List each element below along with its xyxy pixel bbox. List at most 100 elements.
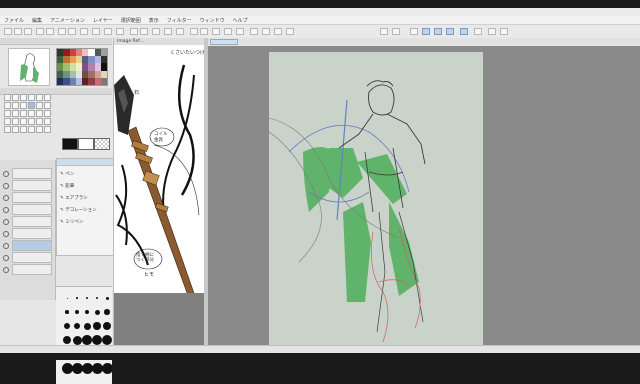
brush-dot-icon[interactable] [91,362,103,374]
tool-button[interactable] [20,94,27,101]
toolbar-button-4[interactable] [46,28,54,35]
tool-button[interactable] [36,118,43,125]
toolbar-button-27[interactable] [410,28,418,35]
brush-dot-icon[interactable] [66,297,68,299]
toolbar-button-23[interactable] [274,28,282,35]
layer-row[interactable] [3,264,52,275]
toolbar-button-0[interactable] [4,28,12,35]
layer-row[interactable] [3,180,52,191]
tool-button[interactable] [44,94,51,101]
toolbar-button-18[interactable] [212,28,220,35]
brush-dot-icon[interactable] [95,296,99,300]
tool-button[interactable] [36,126,43,133]
brush-dot-icon[interactable] [103,322,111,330]
brush-dot-icon[interactable] [82,335,92,345]
brush-dot-icon[interactable] [94,309,100,315]
tool-button[interactable] [4,110,11,117]
toolbar-button-11[interactable] [130,28,138,35]
eye-icon[interactable] [3,243,9,249]
tool-button[interactable] [20,110,27,117]
tool-button[interactable] [12,126,19,133]
eye-icon[interactable] [3,183,9,189]
palette-swatch[interactable] [100,63,107,71]
toolbar-button-26[interactable] [392,28,400,35]
brush-dot-icon[interactable] [86,297,88,299]
eye-icon[interactable] [3,255,9,261]
brush-dot-icon[interactable] [61,362,73,374]
eye-icon[interactable] [3,171,9,177]
tool-button[interactable] [4,126,11,133]
menu-item-5[interactable]: 表示 [149,17,159,24]
reference-canvas[interactable]: くさいたいつけてる 石 コイル金具 指で柄につく部分 ヒモ [114,45,204,293]
tab-canvas[interactable] [210,39,238,45]
toolbar-button-13[interactable] [152,28,160,35]
subtool-item[interactable]: ✎ エアブラシ [60,195,88,201]
tool-button[interactable] [44,110,51,117]
tool-button[interactable] [4,102,11,109]
toolbar-button-29[interactable] [434,28,442,35]
brush-dot-icon[interactable] [93,322,101,330]
brush-dot-icon[interactable] [75,310,79,314]
toolbar-button-14[interactable] [164,28,172,35]
color-palette[interactable] [56,48,108,86]
layer-row[interactable] [3,240,52,251]
menu-item-0[interactable]: ファイル [4,17,24,24]
toolbar-button-5[interactable] [58,28,66,35]
toolbar-button-1[interactable] [14,28,22,35]
toolbar-button-30[interactable] [446,28,454,35]
toolbar-button-6[interactable] [68,28,76,35]
tool-button[interactable] [44,126,51,133]
subtool-item[interactable]: ✎ ペン [60,171,74,177]
tool-button[interactable] [20,102,27,109]
tool-button[interactable] [12,94,19,101]
brush-dot-icon[interactable] [105,296,109,300]
tool-button[interactable] [44,118,51,125]
brush-dot-icon[interactable] [76,297,78,299]
toolbar-button-20[interactable] [236,28,244,35]
toolbar-button-9[interactable] [104,28,112,35]
toolbar-button-7[interactable] [80,28,88,35]
tool-button[interactable] [4,118,11,125]
tab-reference[interactable]: Image Ref... [114,38,204,45]
brush-dot-icon[interactable] [104,309,110,315]
subtool-item[interactable]: ✎ ミリペン [60,219,83,225]
main-color-swatch[interactable] [62,138,78,150]
layer-row[interactable] [3,168,52,179]
layer-row[interactable] [3,228,52,239]
menu-item-3[interactable]: レイヤー [93,17,113,24]
brush-dot-icon[interactable] [81,362,93,374]
tool-button[interactable] [12,118,19,125]
menu-item-6[interactable]: フィルター [167,17,192,24]
tool-button[interactable] [28,110,35,117]
toolbar-button-16[interactable] [190,28,198,35]
brush-dot-icon[interactable] [101,334,113,346]
toolbar-button-31[interactable] [460,28,468,35]
tool-button[interactable] [20,126,27,133]
tool-button[interactable] [4,94,11,101]
brush-dot-icon[interactable] [65,310,69,314]
menu-item-7[interactable]: ウィンドウ [200,17,225,24]
toolbar-button-28[interactable] [422,28,430,35]
toolbar-button-22[interactable] [262,28,270,35]
brush-dot-icon[interactable] [101,362,113,374]
palette-swatch[interactable] [100,56,107,64]
tool-button[interactable] [36,110,43,117]
layer-row[interactable] [3,216,52,227]
toolbar-button-2[interactable] [24,28,32,35]
menu-item-4[interactable]: 選択範囲 [121,17,141,24]
brush-dot-icon[interactable] [84,309,90,315]
brush-dot-icon[interactable] [73,322,81,330]
tool-button[interactable] [36,102,43,109]
menu-item-2[interactable]: アニメーション [50,17,85,24]
brush-dot-icon[interactable] [62,335,72,345]
toolbar-button-25[interactable] [380,28,388,35]
eye-icon[interactable] [3,231,9,237]
menu-item-1[interactable]: 編集 [32,17,42,24]
toolbar-button-8[interactable] [92,28,100,35]
eye-icon[interactable] [3,219,9,225]
tool-button[interactable] [28,102,35,109]
tool-button[interactable] [12,102,19,109]
tool-button[interactable] [28,118,35,125]
subtool-item[interactable]: ✎ デコレーション [60,207,97,213]
brush-dot-icon[interactable] [92,335,102,345]
